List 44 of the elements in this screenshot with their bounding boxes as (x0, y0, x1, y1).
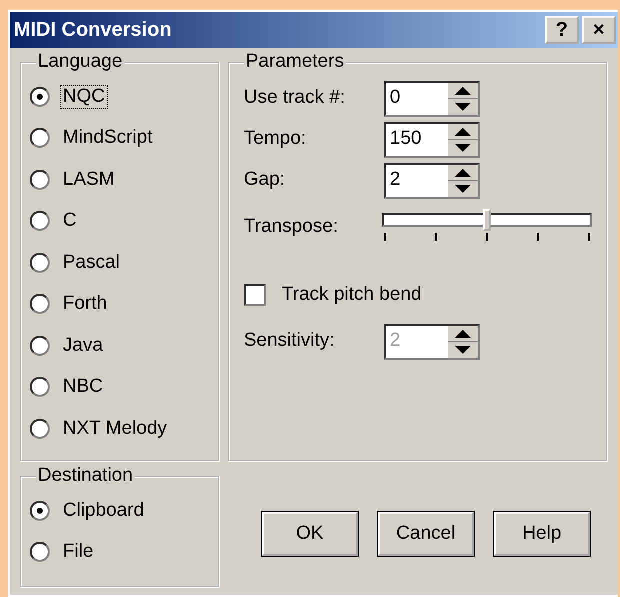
field-label: Tempo: (244, 127, 308, 152)
field-label: Gap: (244, 168, 286, 192)
radio-button[interactable] (30, 542, 50, 562)
ok-button[interactable]: OK (262, 512, 358, 556)
spinner-field[interactable]: 150 (384, 122, 480, 158)
radio-button[interactable] (30, 418, 50, 439)
checkbox[interactable] (244, 284, 266, 306)
radio-button[interactable] (30, 377, 50, 398)
spinner-field[interactable]: 0 (384, 80, 480, 116)
radio-label[interactable]: C (60, 209, 80, 234)
radio-label[interactable]: NQC (60, 84, 108, 109)
field-label: Sensitivity: (244, 329, 336, 354)
spin-arrows-icon (448, 326, 478, 358)
radio-button[interactable] (30, 336, 50, 356)
group-title: Language (36, 51, 125, 73)
radio-label[interactable]: Clipboard (60, 498, 148, 523)
radio-label[interactable]: Pascal (60, 250, 124, 275)
radio-label[interactable]: LASM (60, 168, 118, 192)
checkbox-label: Track pitch bend (282, 282, 422, 307)
radio-label[interactable]: MindScript (60, 126, 156, 150)
radio-label[interactable]: Java (60, 334, 106, 358)
radio-button[interactable] (30, 128, 50, 148)
radio-label[interactable]: NBC (60, 375, 106, 400)
radio-label[interactable]: Forth (60, 292, 110, 316)
close-button[interactable]: × (582, 16, 616, 44)
radio-button[interactable] (30, 252, 50, 273)
spinner-field[interactable]: 2 (384, 162, 480, 198)
spin-arrows-icon (448, 124, 478, 156)
spin-arrows-icon (448, 82, 478, 114)
radio-button[interactable] (30, 86, 50, 107)
radio-button[interactable] (30, 294, 50, 314)
radio-label[interactable]: File (60, 540, 97, 564)
help-button[interactable]: ? (545, 16, 579, 44)
radio-button[interactable] (30, 211, 50, 232)
radio-label[interactable]: NXT Melody (60, 416, 170, 441)
spin-arrows-icon (448, 164, 478, 196)
slider-thumb[interactable] (483, 209, 491, 231)
radio-button[interactable] (30, 500, 50, 521)
help-button[interactable]: Help (494, 512, 590, 556)
cancel-button[interactable]: Cancel (378, 512, 474, 556)
field-label: Use track #: (244, 86, 346, 110)
field-label: Transpose: (244, 215, 340, 239)
window-title: MIDI Conversion (14, 18, 173, 43)
radio-button[interactable] (30, 170, 50, 190)
